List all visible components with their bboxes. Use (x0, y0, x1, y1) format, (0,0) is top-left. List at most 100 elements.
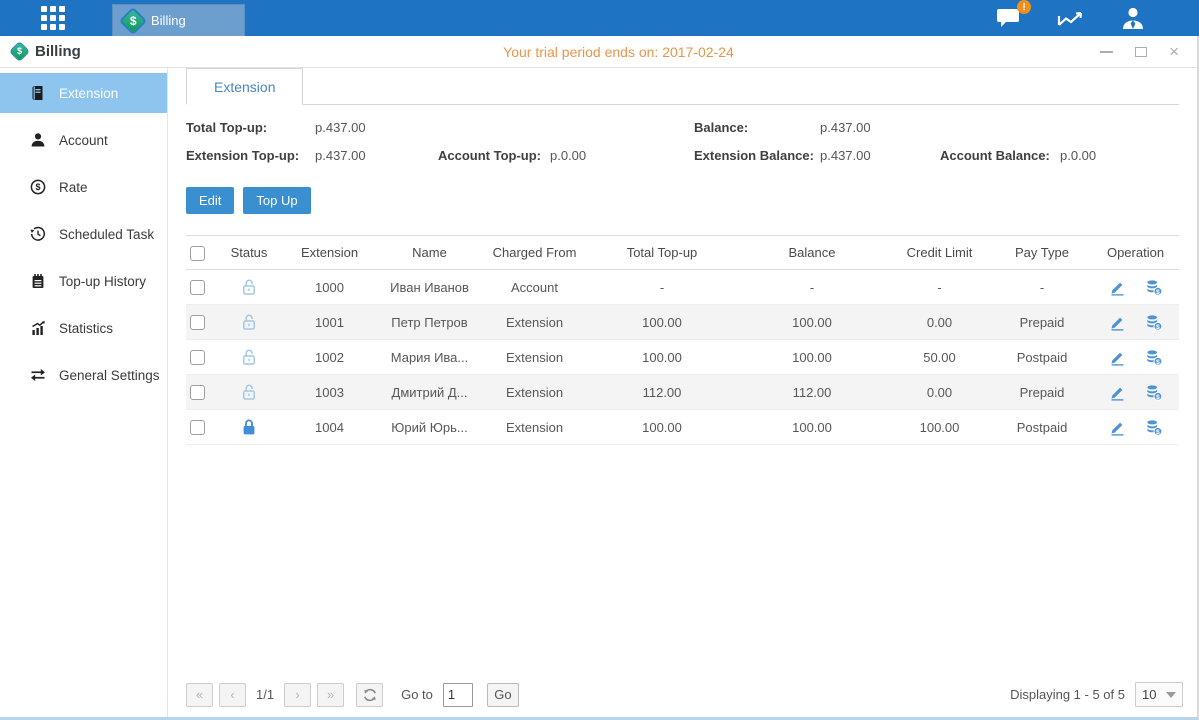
window-header: $ Billing Your trial period ends on: 201… (0, 36, 1197, 68)
sidebar-item-rate[interactable]: $ Rate (0, 167, 167, 207)
chevron-down-icon (1166, 692, 1176, 698)
total-topup-label: Total Top-up: (186, 120, 315, 135)
row-edit-icon[interactable] (1107, 277, 1129, 297)
footer-right: Displaying 1 - 5 of 5 10 (1010, 682, 1183, 707)
lock-status-icon (240, 348, 258, 363)
row-edit-icon[interactable] (1107, 382, 1129, 402)
sidebar-item-extension[interactable]: Extension (0, 73, 167, 113)
table-row: 1002Мария Ива...Extension100.00100.0050.… (186, 340, 1179, 375)
cell-pay-type: - (992, 270, 1092, 305)
sidebar-item-label: Top-up History (59, 274, 146, 289)
balance-label: Balance: (694, 120, 820, 135)
table-row: 1001Петр ПетровExtension100.00100.000.00… (186, 305, 1179, 340)
cell-balance: 100.00 (737, 305, 887, 340)
extensions-table: Status Extension Name Charged From Total… (186, 235, 1179, 445)
row-checkbox[interactable] (190, 315, 205, 330)
refresh-button[interactable] (356, 683, 383, 707)
cell-extension: 1003 (282, 375, 377, 410)
svg-text:$: $ (1156, 393, 1160, 400)
sidebar-item-label: Scheduled Task (59, 227, 154, 242)
select-all-checkbox[interactable] (190, 246, 205, 261)
tab-extension[interactable]: Extension (186, 68, 303, 105)
sidebar-item-account[interactable]: Account (0, 120, 167, 160)
arrows-icon (30, 367, 46, 383)
row-topup-icon[interactable]: $ (1143, 417, 1165, 437)
cell-credit-limit: - (887, 270, 992, 305)
first-page-button[interactable] (186, 683, 213, 707)
column-header-total-topup: Total Top-up (587, 236, 737, 270)
lock-status-icon (240, 383, 258, 398)
sidebar-item-statistics[interactable]: Statistics (0, 308, 167, 348)
cell-total-topup: 100.00 (587, 305, 737, 340)
topbar-right: ! (993, 5, 1199, 31)
lock-status-icon (240, 418, 258, 433)
svg-text:$: $ (1156, 288, 1160, 295)
maximize-button[interactable] (1135, 45, 1147, 59)
row-checkbox[interactable] (190, 280, 205, 295)
sidebar-item-label: General Settings (59, 368, 160, 383)
svg-text:$: $ (1156, 428, 1160, 435)
row-checkbox[interactable] (190, 350, 205, 365)
billing-diamond-icon: $ (119, 6, 147, 34)
cell-charged-from: Extension (482, 340, 587, 375)
window-title: $ Billing (0, 43, 150, 60)
next-page-button[interactable]: › (284, 683, 311, 707)
prev-page-button[interactable] (219, 683, 246, 707)
total-topup-value: p.437.00 (315, 120, 438, 135)
coin-icon: $ (30, 179, 46, 195)
tab-bar: Extension (186, 68, 1179, 105)
page-indicator: 1/1 (256, 687, 274, 702)
taskbar-tab-billing[interactable]: $ Billing (112, 4, 245, 36)
row-topup-icon[interactable]: $ (1143, 382, 1165, 402)
row-checkbox[interactable] (190, 385, 205, 400)
column-header-status: Status (216, 236, 282, 270)
row-edit-icon[interactable] (1107, 417, 1129, 437)
app-launcher-grid-icon[interactable] (38, 3, 68, 33)
row-topup-icon[interactable]: $ (1143, 312, 1165, 332)
cell-credit-limit: 0.00 (887, 305, 992, 340)
account-balance-value: p.0.00 (1060, 148, 1179, 163)
topup-button[interactable]: Top Up (243, 187, 310, 214)
extension-balance-value: p.437.00 (820, 148, 940, 163)
svg-text:$: $ (1156, 323, 1160, 330)
cell-credit-limit: 50.00 (887, 340, 992, 375)
main-content: Extension Total Top-up: p.437.00 Extensi… (168, 68, 1197, 717)
cell-charged-from: Account (482, 270, 587, 305)
last-page-button[interactable]: » (317, 683, 344, 707)
summary-section: Total Top-up: p.437.00 Extension Top-up:… (186, 120, 1179, 163)
taskbar-tab-label: Billing (151, 13, 186, 28)
close-button[interactable]: × (1169, 45, 1179, 59)
account-topup-value: p.0.00 (550, 148, 694, 163)
refresh-icon (363, 688, 377, 702)
toolbar: Edit Top Up (186, 187, 1179, 214)
table-footer: 1/1 › » Go to Go Displaying 1 - 5 of 5 (186, 682, 1183, 707)
row-edit-icon[interactable] (1107, 312, 1129, 332)
sidebar-item-label: Account (59, 133, 108, 148)
billing-app-screen: $ Billing ! $ Billing Your trial period … (0, 0, 1199, 720)
row-checkbox[interactable] (190, 420, 205, 435)
go-button[interactable]: Go (487, 683, 519, 707)
sidebar-item-scheduled-task[interactable]: Scheduled Task (0, 214, 167, 254)
user-account-icon[interactable] (1117, 5, 1149, 31)
sidebar-item-topup-history[interactable]: Top-up History (0, 261, 167, 301)
goto-page-input[interactable] (443, 683, 473, 707)
table-row: 1003Дмитрий Д...Extension112.00112.000.0… (186, 375, 1179, 410)
row-topup-icon[interactable]: $ (1143, 347, 1165, 367)
stats-icon (30, 320, 46, 336)
cell-balance: - (737, 270, 887, 305)
row-topup-icon[interactable]: $ (1143, 277, 1165, 297)
row-edit-icon[interactable] (1107, 347, 1129, 367)
window-title-text: Billing (35, 43, 81, 60)
table-row: 1004Юрий Юрь...Extension100.00100.00100.… (186, 410, 1179, 445)
minimize-button[interactable] (1100, 45, 1113, 59)
page-size-select[interactable]: 10 (1135, 682, 1183, 707)
ledger-icon (30, 85, 46, 101)
svg-text:$: $ (35, 182, 40, 192)
sidebar-item-general-settings[interactable]: General Settings (0, 355, 167, 395)
cell-pay-type: Postpaid (992, 340, 1092, 375)
edit-button[interactable]: Edit (186, 187, 234, 214)
pagination: 1/1 › » Go to Go (186, 683, 519, 707)
cell-name: Дмитрий Д... (377, 375, 482, 410)
resource-monitor-icon[interactable] (1055, 5, 1087, 31)
messages-icon[interactable]: ! (993, 5, 1025, 31)
